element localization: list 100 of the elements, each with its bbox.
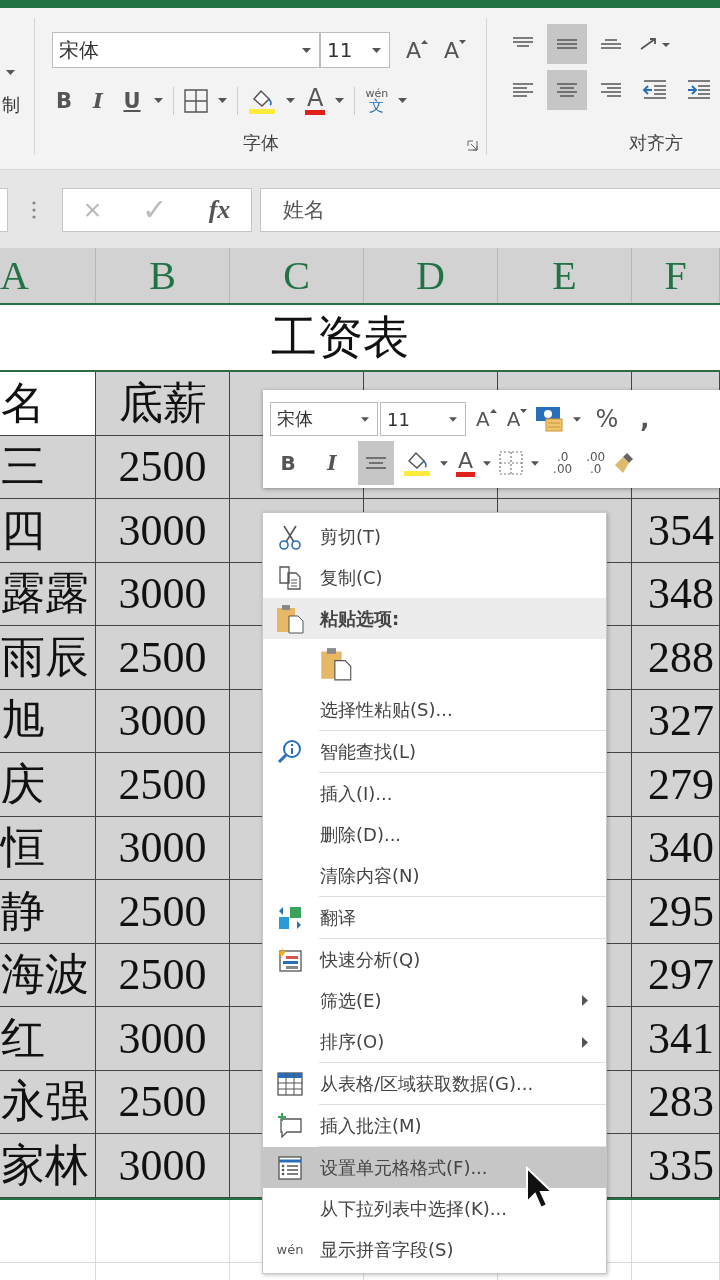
caret-icon[interactable]	[573, 416, 582, 422]
text-angle-icon	[638, 37, 672, 51]
percent-button[interactable]: %	[595, 405, 619, 433]
font-color-button[interactable]: A	[456, 449, 476, 477]
menu-item-label: 插入(I)...	[320, 781, 393, 806]
align-button[interactable]	[547, 70, 587, 110]
caret-icon[interactable]	[154, 98, 163, 103]
font-name-dropdown[interactable]: 宋体	[52, 32, 320, 68]
table-cell: 335	[632, 1134, 720, 1198]
table-cell: 3000	[96, 689, 230, 753]
font-name-dropdown[interactable]: 宋体	[270, 402, 378, 436]
menu-item-label: 智能查找(L)	[320, 740, 417, 764]
table-cell: 2500	[96, 626, 230, 690]
column-header[interactable]: C	[230, 248, 364, 303]
drag-handle-icon[interactable]	[32, 201, 36, 219]
table-cell: 2500	[96, 880, 230, 944]
caret-icon	[361, 416, 369, 422]
table-cell: 2500	[96, 753, 230, 817]
caret-icon[interactable]	[531, 460, 540, 466]
table-cell: 庆	[0, 753, 96, 817]
mouse-pointer-icon	[525, 1166, 553, 1210]
info-magnifier-icon	[277, 739, 303, 765]
borders-icon[interactable]	[184, 88, 208, 113]
caret-icon	[449, 416, 457, 422]
caret-icon[interactable]	[286, 98, 295, 103]
increase-font-button[interactable]: A	[476, 407, 497, 431]
group-label: 对齐方	[629, 131, 683, 155]
list-format-icon	[278, 1154, 302, 1181]
menu-item[interactable]: 设置单元格格式(F)...	[263, 1147, 606, 1188]
money-icon[interactable]	[535, 405, 566, 433]
menu-item[interactable]: 筛选(E)	[263, 980, 606, 1021]
underline-button[interactable]: U	[120, 88, 144, 113]
fill-color-icon[interactable]	[402, 449, 432, 477]
table-cell: 3000	[96, 562, 230, 626]
menu-item[interactable]: 从下拉列表中选择(K)...	[263, 1188, 606, 1229]
column-header[interactable]: E	[498, 248, 632, 303]
menu-item-label: 删除(D)...	[320, 822, 402, 847]
table-cell: 279	[632, 753, 720, 817]
center-button[interactable]	[358, 441, 394, 485]
menu-item-label: 显示拼音字段(S)	[320, 1237, 454, 1262]
table-cell: 288	[632, 626, 720, 690]
align-button[interactable]	[547, 24, 587, 64]
menu-item[interactable]: wén 显示拼音字段(S)	[263, 1229, 606, 1270]
menu-item[interactable]: 快速分析(Q)	[263, 939, 606, 980]
caret-icon[interactable]	[335, 98, 345, 103]
increase-font-button[interactable]: A	[406, 37, 429, 63]
table-cell: 295	[632, 880, 720, 944]
down-triangle-icon	[520, 409, 528, 413]
decrease-font-button[interactable]: A	[506, 407, 528, 431]
menu-item-label: 剪切(T)	[320, 524, 382, 549]
column-header[interactable]: B	[96, 248, 230, 303]
column-header[interactable]: D	[364, 248, 498, 303]
menu-item[interactable]: 剪切(T)	[263, 516, 606, 557]
menu-item-label: 翻译	[320, 906, 356, 930]
table-cell: 297	[632, 943, 720, 1007]
translate-icon	[277, 905, 303, 931]
font-size-dropdown[interactable]: 11	[320, 32, 390, 68]
paste-button[interactable]	[320, 647, 352, 681]
table-cell: 名	[0, 372, 96, 436]
table-cell: 2500	[96, 943, 230, 1007]
align-center-icon	[555, 82, 579, 98]
insert-function-button[interactable]: fx	[208, 197, 231, 223]
caret-icon[interactable]	[398, 98, 408, 103]
italic-button[interactable]: I	[86, 88, 110, 113]
decrease-font-button[interactable]: A	[444, 37, 467, 63]
table-cell: 3000	[96, 816, 230, 880]
table-cell: 旭	[0, 689, 96, 753]
button-label[interactable]: 制	[2, 93, 20, 117]
table-cell: 340	[632, 816, 720, 880]
column-header[interactable]: F	[632, 248, 720, 303]
dialog-launcher-icon[interactable]	[467, 140, 478, 151]
table-icon	[277, 1071, 303, 1097]
phonetic-button[interactable]: wén 文	[365, 87, 389, 114]
caret-icon[interactable]	[440, 460, 448, 466]
submenu-arrow-icon	[582, 995, 588, 1006]
table-cell: 283	[632, 1070, 720, 1134]
font-size-dropdown[interactable]: 11	[380, 402, 466, 436]
bold-button[interactable]: B	[52, 88, 76, 113]
table-cell: 三	[0, 435, 96, 499]
menu-item[interactable]: 插入(I)...	[263, 773, 606, 814]
decrease-decimal-button[interactable]: .00 .0	[586, 451, 606, 475]
italic-button[interactable]: I	[320, 451, 344, 475]
caret-icon[interactable]	[6, 70, 15, 75]
quick-analysis-icon	[277, 946, 303, 973]
down-triangle-icon	[459, 39, 467, 44]
align-center-icon	[364, 457, 388, 469]
increase-decimal-button[interactable]: .0 .00	[553, 451, 573, 475]
caret-icon[interactable]	[218, 98, 227, 103]
menu-item[interactable]: 复制(C)	[263, 557, 606, 598]
caret-icon[interactable]	[483, 460, 492, 466]
bold-button[interactable]: B	[276, 451, 300, 475]
formula-input[interactable]: 姓名	[260, 188, 720, 232]
comma-button[interactable]: ,	[640, 405, 650, 433]
menu-item[interactable]: 删除(D)...	[263, 814, 606, 855]
align-bottom-icon	[599, 37, 623, 51]
phonetic-icon: wén	[276, 1242, 304, 1257]
menu-item-label: 插入批注(M)	[320, 1114, 422, 1138]
font-color-button[interactable]: A	[305, 86, 326, 115]
column-header[interactable]: A	[0, 248, 96, 303]
table-cell: 3000	[96, 1134, 230, 1198]
